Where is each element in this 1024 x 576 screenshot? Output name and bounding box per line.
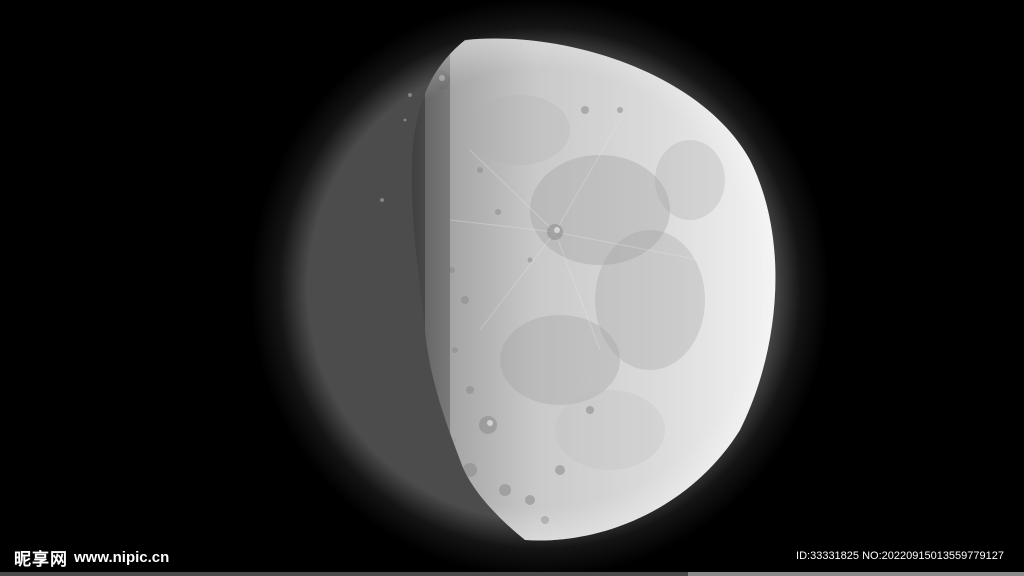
watermark-logo-text: 昵享网 — [14, 549, 68, 570]
bottom-strip-accent — [688, 572, 1024, 576]
site-watermark-logo: 昵享网 www.nipic.cn — [14, 546, 170, 570]
moon-photo — [250, 0, 830, 576]
watermark-site-url: www.nipic.cn — [74, 548, 170, 566]
watermark-id-text: ID:33331825 NO:20220915013559779127 — [796, 550, 1004, 562]
photo-stage: 昵享网 www.nipic.cn ID:33331825 NO:20220915… — [0, 0, 1024, 576]
